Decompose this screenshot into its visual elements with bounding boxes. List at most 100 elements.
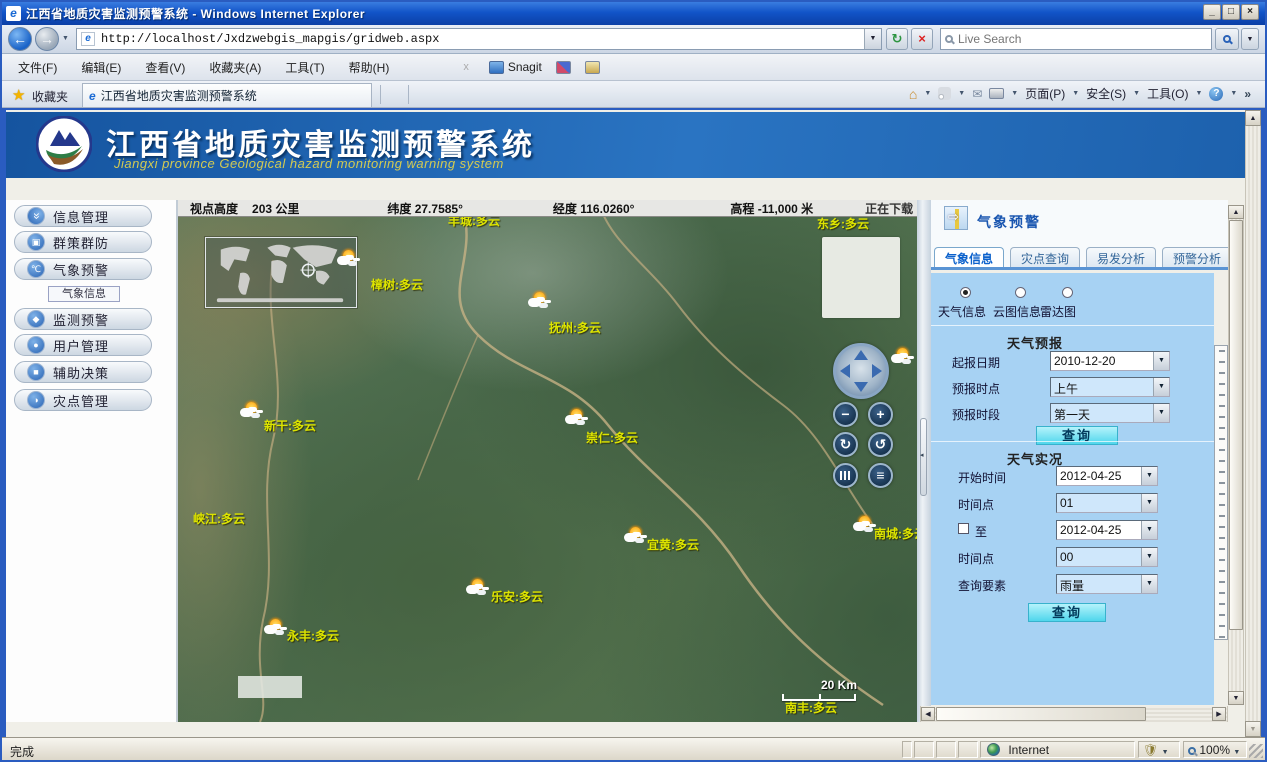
panel-scroll-down-icon[interactable]: ▼ [1228,691,1244,705]
panel-scrollbar-thumb[interactable] [1229,220,1243,630]
forecast-select-2[interactable]: 第一天▼ [1050,403,1170,423]
forecast-select-1[interactable]: 上午▼ [1050,377,1170,397]
sidebar-subitem-weather-info[interactable]: 气象信息 [48,286,120,302]
sidebar-item-0[interactable]: »信息管理 [14,205,152,227]
mail-icon[interactable]: ✉ [972,87,982,101]
forward-button[interactable]: → [35,27,59,51]
select-dropdown-icon[interactable]: ▼ [1141,467,1157,485]
panel-hscrollbar-thumb[interactable] [936,707,1146,721]
menu-item-4[interactable]: 工具(T) [275,56,334,79]
zoom-dropdown-icon[interactable]: ▼ [1233,749,1240,756]
radio-0[interactable] [960,287,971,298]
close-button[interactable]: × [1241,4,1259,20]
splitter-collapse-handle[interactable] [920,418,927,496]
sidebar-item-4[interactable]: ●用户管理 [14,334,152,356]
tab-2[interactable]: 易发分析 [1086,247,1156,270]
actual-select-0[interactable]: 2012-04-25▼ [1056,466,1158,486]
tools-menu-dropdown-icon[interactable]: ▼ [1195,90,1202,97]
help-icon[interactable]: ? [1209,87,1223,101]
layers-button[interactable]: ≡ [868,463,893,488]
pan-right-icon[interactable] [872,364,882,378]
actual-select-3[interactable]: 00▼ [1056,547,1158,567]
home-dropdown-icon[interactable]: ▼ [924,90,931,97]
pan-up-icon[interactable] [854,350,868,360]
rss-dropdown-icon[interactable]: ▼ [958,90,965,97]
rss-icon[interactable] [938,87,951,100]
snagit-toolbar-button[interactable]: Snagit [489,60,542,74]
speed-bars-button[interactable] [833,463,858,488]
resize-grip[interactable] [1249,744,1263,758]
stop-button[interactable]: × [911,28,933,50]
browser-scrollbar-track[interactable] [1245,110,1261,737]
to-checkbox[interactable] [958,523,969,534]
live-search-box[interactable] [940,28,1212,50]
sidebar-item-3[interactable]: ◆监测预警 [14,308,152,330]
back-button[interactable]: ← [8,27,32,51]
menu-item-0[interactable]: 文件(F) [8,56,67,79]
zoom-level-segment[interactable]: 100% ▼ [1183,741,1247,758]
protected-dropdown-icon[interactable]: ▼ [1162,749,1169,756]
zoom-in-button[interactable]: + [868,402,893,427]
minimize-button[interactable]: _ [1203,4,1221,20]
browser-scroll-up-icon[interactable]: ▲ [1245,110,1261,126]
select-dropdown-icon[interactable]: ▼ [1153,352,1169,370]
protected-mode-segment[interactable]: 🛡 ▼ [1138,741,1180,758]
print-dropdown-icon[interactable]: ▼ [1011,90,1018,97]
pan-down-icon[interactable] [854,382,868,392]
tab-0[interactable]: 气象信息 [934,247,1004,270]
sidebar-item-2[interactable]: ℃气象预警 [14,258,152,280]
compass-pan-control[interactable] [833,343,889,399]
maximize-button[interactable]: □ [1222,4,1240,20]
rotate-ccw-button[interactable]: ↺ [868,432,893,457]
snagit-capture-icon[interactable] [585,61,600,74]
tools-menu[interactable]: 工具(O) [1147,85,1188,102]
help-dropdown-icon[interactable]: ▼ [1230,90,1237,97]
page-tab[interactable]: e 江西省地质灾害监测预警系统 [82,83,372,107]
actual-select-1[interactable]: 01▼ [1056,493,1158,513]
sidebar-item-1[interactable]: ▣群策群防 [14,231,152,253]
home-icon[interactable]: ⌂ [909,86,917,102]
panel-scroll-up-icon[interactable]: ▲ [1228,205,1244,219]
address-dropdown-icon[interactable]: ▼ [864,29,881,49]
safety-menu-dropdown-icon[interactable]: ▼ [1133,90,1140,97]
tab-3[interactable]: 预警分析 [1162,247,1228,270]
page-menu[interactable]: 页面(P) [1025,85,1065,102]
address-field[interactable]: e ▼ [76,28,882,50]
sidebar-item-6[interactable]: ◑灾点管理 [14,389,152,411]
menu-item-5[interactable]: 帮助(H) [339,56,400,79]
actual-select-4[interactable]: 雨量▼ [1056,574,1158,594]
snagit-profile-icon[interactable] [556,61,571,74]
panel-splitter[interactable] [917,200,931,722]
collapsed-subpanel-strip[interactable] [1214,345,1228,640]
zoom-out-button[interactable]: − [833,402,858,427]
print-icon[interactable] [989,88,1004,99]
radio-1[interactable] [1015,287,1026,298]
search-options-dropdown-icon[interactable]: ▼ [1241,28,1259,50]
refresh-button[interactable]: ↻ [886,28,908,50]
panel-scroll-right-icon[interactable]: ▶ [1212,707,1226,721]
favorites-star-icon[interactable]: ★ [12,86,25,104]
menu-item-2[interactable]: 查看(V) [135,56,195,79]
overflow-chevron-icon[interactable]: » [1244,87,1251,101]
safety-menu[interactable]: 安全(S) [1086,85,1126,102]
search-go-button[interactable] [1215,28,1239,50]
favorites-label[interactable]: 收藏夹 [32,88,68,105]
select-dropdown-icon[interactable]: ▼ [1153,378,1169,396]
rotate-cw-button[interactable]: ↻ [833,432,858,457]
select-dropdown-icon[interactable]: ▼ [1141,575,1157,593]
panel-scroll-left-icon[interactable]: ◀ [921,707,935,721]
forecast-select-0[interactable]: 2010-12-20▼ [1050,351,1170,371]
select-dropdown-icon[interactable]: ▼ [1141,548,1157,566]
pan-left-icon[interactable] [840,364,850,378]
menu-item-3[interactable]: 收藏夹(A) [199,56,271,79]
select-dropdown-icon[interactable]: ▼ [1141,521,1157,539]
world-overview-minimap[interactable] [205,237,357,308]
select-dropdown-icon[interactable]: ▼ [1153,404,1169,422]
url-input[interactable] [99,31,864,47]
menu-item-1[interactable]: 编辑(E) [71,56,131,79]
actual-query-button[interactable]: 查询 [1028,603,1106,622]
tab-1[interactable]: 灾点查询 [1010,247,1080,270]
history-dropdown-icon[interactable]: ▼ [62,35,69,42]
radio-2[interactable] [1062,287,1073,298]
search-input[interactable] [953,31,1211,47]
